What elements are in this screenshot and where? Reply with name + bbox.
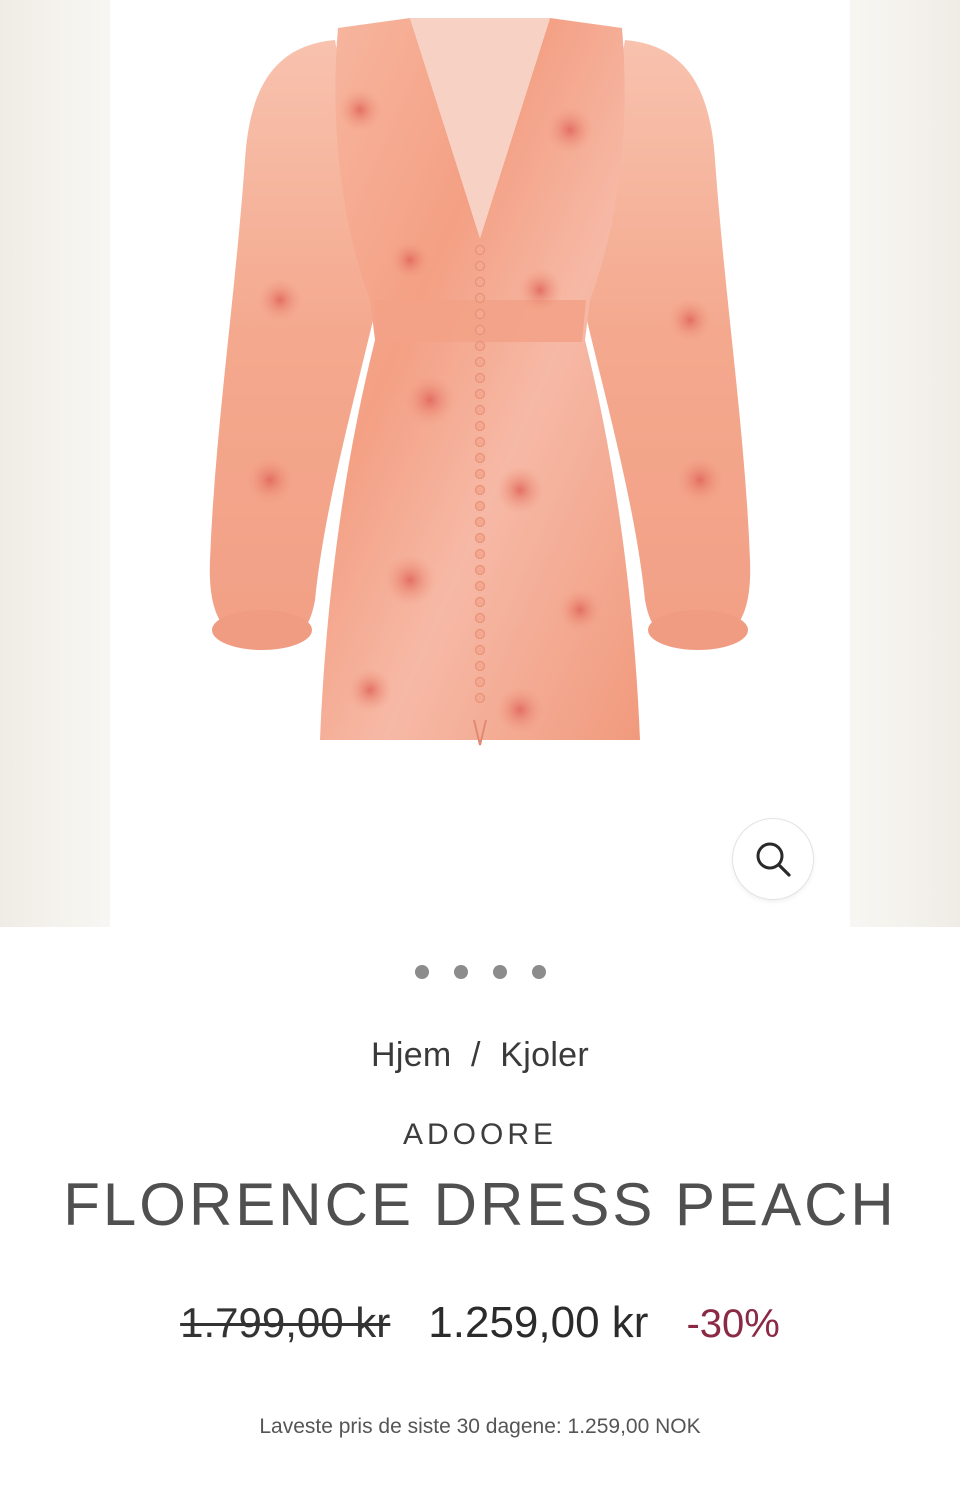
price-row: 1.799,00 kr 1.259,00 kr -30% — [0, 1298, 960, 1348]
breadcrumb-category-link[interactable]: Kjoler — [500, 1036, 589, 1074]
lowest-price-note: Laveste pris de siste 30 dagene: 1.259,0… — [259, 1415, 701, 1438]
original-price: 1.799,00 kr — [180, 1299, 391, 1346]
breadcrumb-home-link[interactable]: Hjem — [371, 1036, 452, 1074]
breadcrumb: Hjem / Kjoler — [0, 1036, 960, 1075]
sale-price: 1.259,00 kr — [428, 1298, 649, 1347]
gallery-dot[interactable] — [453, 965, 468, 979]
breadcrumb-separator: / — [461, 1036, 491, 1074]
previous-image-peek[interactable] — [0, 0, 110, 927]
dress-buttons — [475, 245, 485, 703]
next-image-peek[interactable] — [850, 0, 960, 927]
right-cuff — [648, 610, 748, 650]
product-page: Hjem / Kjoler ADOORE FLORENCE DRESS PEAC… — [0, 0, 960, 1504]
gallery-pagination — [0, 965, 960, 979]
gallery-dot[interactable] — [492, 965, 507, 979]
gallery-dot[interactable] — [531, 965, 546, 979]
gallery-dot[interactable] — [414, 965, 429, 979]
zoom-button[interactable] — [733, 819, 813, 899]
product-image[interactable] — [110, 0, 850, 927]
left-cuff — [212, 610, 312, 650]
discount-badge: -30% — [686, 1302, 780, 1346]
dress-illustration — [209, 18, 751, 746]
product-gallery[interactable] — [0, 0, 960, 927]
product-brand[interactable]: ADOORE — [0, 1118, 960, 1152]
product-title: FLORENCE DRESS PEACH — [63, 1171, 897, 1238]
search-icon — [756, 842, 791, 877]
